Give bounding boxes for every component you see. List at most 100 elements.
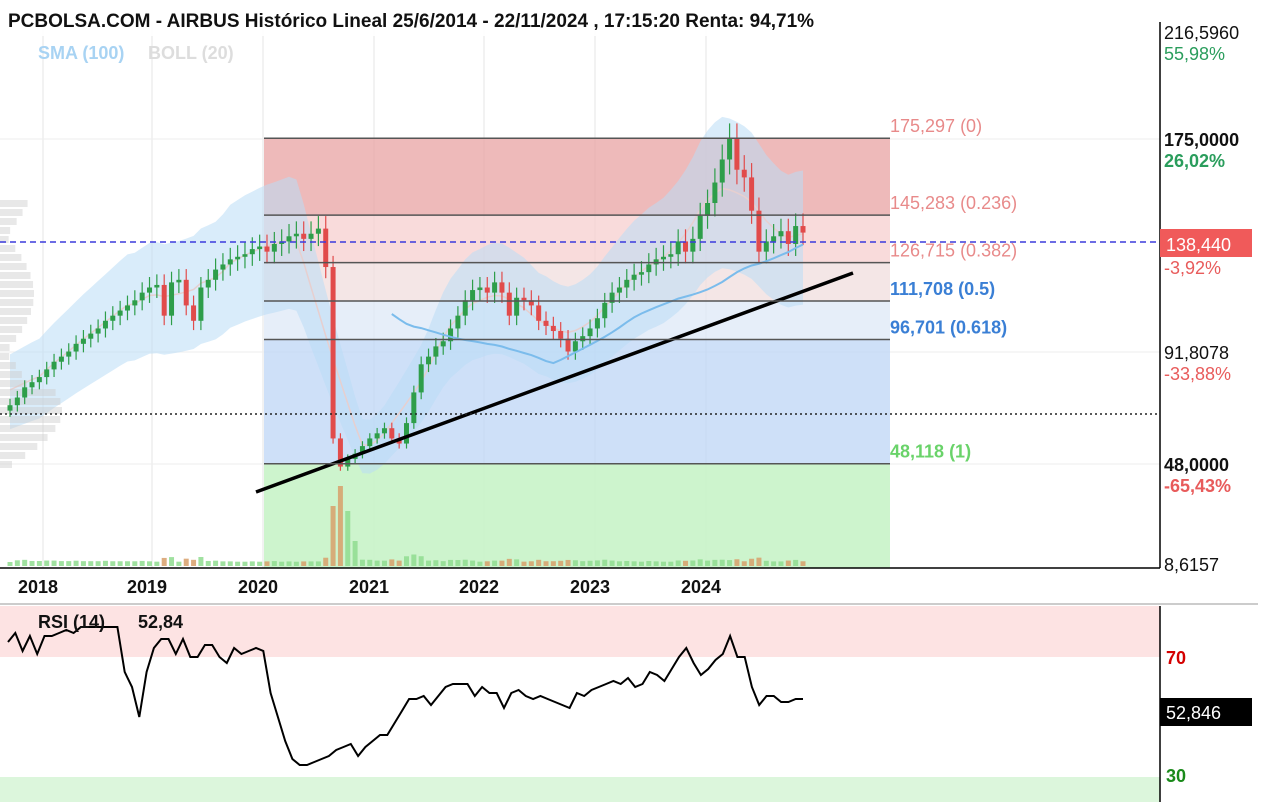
candle-body <box>594 318 600 329</box>
candle-body <box>675 241 681 255</box>
volume-bar <box>734 559 740 566</box>
candle-body <box>301 233 307 239</box>
volume-bar <box>440 561 446 566</box>
volume-bar <box>308 561 314 566</box>
candle-body <box>205 279 211 288</box>
volume-bar <box>653 561 659 566</box>
candle-body <box>462 300 468 316</box>
candle-body <box>587 328 593 337</box>
candle-body <box>308 233 314 239</box>
volume-profile-bar <box>0 299 34 306</box>
volume-profile-bar <box>0 434 48 441</box>
candle-body <box>249 249 255 255</box>
x-axis-label: 2021 <box>349 577 389 597</box>
volume-bar <box>543 561 549 566</box>
volume-profile-bar <box>0 254 22 261</box>
volume-bar <box>110 561 116 566</box>
x-axis-label: 2022 <box>459 577 499 597</box>
candle-body <box>124 305 130 311</box>
candle-body <box>95 328 101 334</box>
volume-bar <box>169 557 175 566</box>
candle-body <box>433 346 439 357</box>
candle-body <box>602 302 608 319</box>
price-axis-pct: -33,88% <box>1164 364 1231 384</box>
volume-bar <box>139 560 145 566</box>
volume-bar <box>528 561 534 566</box>
volume-bar <box>36 561 42 566</box>
candle-body <box>374 433 380 439</box>
volume-bar <box>712 559 718 566</box>
volume-bar <box>381 560 387 566</box>
candle-body <box>286 236 292 242</box>
candle-body <box>624 279 630 288</box>
rsi-level-30: 30 <box>1166 766 1186 786</box>
volume-bar <box>58 561 64 566</box>
volume-bar <box>95 561 101 566</box>
volume-bar <box>301 561 307 566</box>
candle-body <box>183 279 189 306</box>
volume-bar <box>668 561 674 566</box>
volume-bar <box>374 560 380 566</box>
volume-bar <box>609 560 615 566</box>
candle-body <box>110 315 116 321</box>
candle-body <box>719 159 725 183</box>
rsi-current-value: 52,846 <box>1166 703 1221 723</box>
x-axis-label: 2024 <box>681 577 721 597</box>
candle-body <box>690 238 696 252</box>
candle-body <box>227 259 233 265</box>
candle-body <box>44 369 50 378</box>
candle-body <box>558 331 564 339</box>
candle-body <box>191 305 197 321</box>
fib-zone-below <box>264 463 890 568</box>
candle-body <box>565 338 571 352</box>
volume-bar <box>719 559 725 566</box>
sma-indicator-label: SMA (100) <box>38 43 124 63</box>
candle-body <box>367 438 373 447</box>
price-axis-label: 175,0000 <box>1164 130 1239 150</box>
volume-bar <box>227 561 233 566</box>
volume-bar <box>176 561 182 566</box>
x-axis-labels: 2018 2019 2020 2021 2022 2023 2024 <box>18 577 721 597</box>
fib-label-0.618: 96,701 (0.618) <box>890 317 1007 337</box>
volume-bar <box>286 561 292 566</box>
volume-bar <box>550 561 556 566</box>
volume-bar <box>580 561 586 566</box>
volume-bar <box>631 561 637 566</box>
volume-profile-bar <box>0 317 28 324</box>
fib-label-0: 175,297 (0) <box>890 116 982 136</box>
rsi-level-70: 70 <box>1166 648 1186 668</box>
candle-body <box>455 315 461 329</box>
price-axis-pct: 26,02% <box>1164 151 1225 171</box>
volume-bar <box>521 561 527 566</box>
volume-bar <box>330 506 336 566</box>
volume-bar <box>257 561 263 566</box>
volume-profile-bar <box>0 389 56 396</box>
volume-bar <box>271 561 277 566</box>
candle-body <box>323 228 329 268</box>
volume-bar <box>235 561 241 566</box>
volume-bar <box>477 561 483 566</box>
volume-bar <box>293 561 299 566</box>
volume-profile-bar <box>0 326 23 333</box>
candle-body <box>257 246 263 250</box>
candle-body <box>631 274 637 280</box>
candle-body <box>683 241 689 252</box>
x-axis-label: 2018 <box>18 577 58 597</box>
candle-body <box>7 405 13 411</box>
candle-body <box>668 254 674 257</box>
candle-body <box>293 233 299 237</box>
candle-body <box>29 382 35 388</box>
candle-body <box>235 256 241 260</box>
current-price-pct: -3,92% <box>1164 258 1221 278</box>
volume-profile-bar <box>0 218 17 225</box>
volume-profile-bar <box>0 452 26 459</box>
volume-bar <box>470 560 476 566</box>
volume-bar <box>418 556 424 566</box>
candle-body <box>697 215 703 239</box>
candle-body <box>264 246 270 252</box>
volume-profile-bar <box>0 281 34 288</box>
candle-body <box>154 284 160 288</box>
volume-bar <box>154 561 160 566</box>
candle-body <box>132 300 138 306</box>
price-axis-label: 8,6157 <box>1164 555 1219 575</box>
